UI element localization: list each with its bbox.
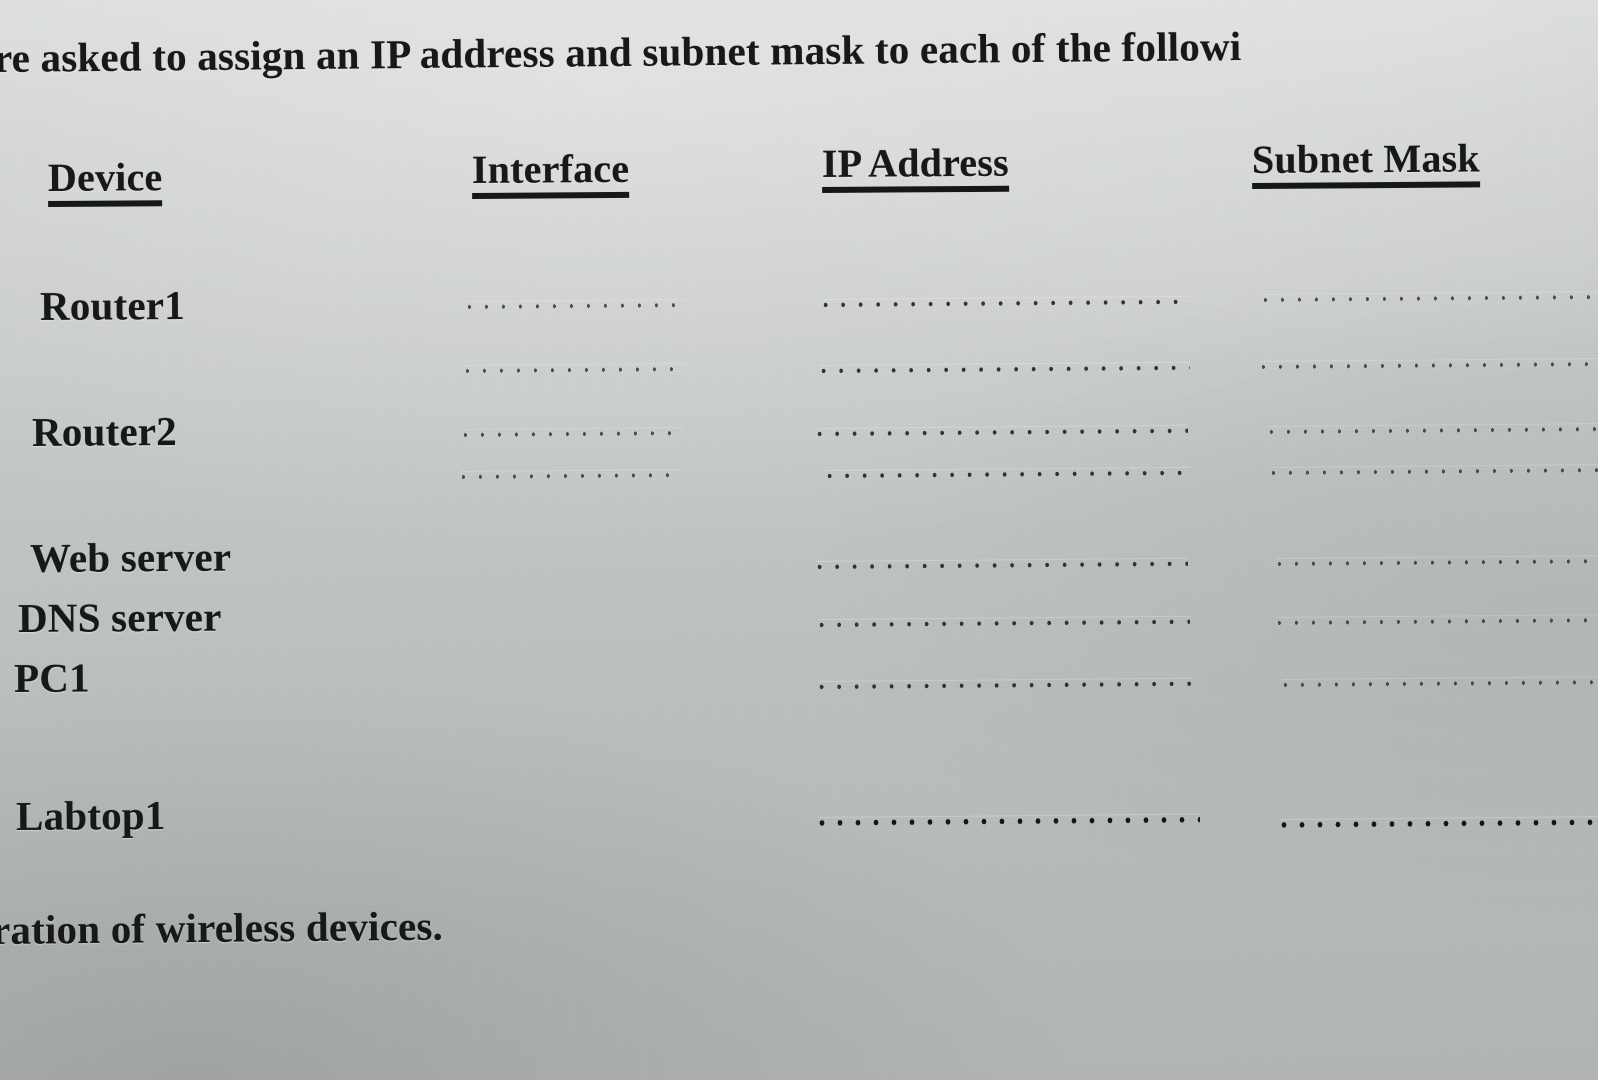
- blank-ip-router1-a[interactable]: [821, 296, 1191, 310]
- table-row-device-name: PC1: [13, 654, 90, 701]
- blank-ip-router1-b[interactable]: [819, 362, 1191, 376]
- blank-mask-router1-a[interactable]: [1261, 291, 1598, 305]
- table-row-device-name: Router2: [31, 407, 178, 455]
- blank-ip-router2-a[interactable]: [815, 425, 1189, 439]
- table-row-device-name: DNS server: [17, 593, 222, 641]
- blank-interface-router2-a[interactable]: [461, 428, 685, 440]
- table-row-device-name: Web server: [29, 533, 232, 581]
- column-header-ip-address-label: IP Address: [822, 140, 1010, 193]
- column-header-device: Device: [48, 154, 163, 212]
- blank-mask-router2-b[interactable]: [1269, 465, 1598, 478]
- blank-mask-router1-b[interactable]: [1259, 358, 1598, 372]
- column-header-interface: Interface: [472, 146, 630, 204]
- blank-ip-web-server[interactable]: [815, 558, 1189, 572]
- blank-ip-labtop1[interactable]: [817, 814, 1201, 828]
- column-header-subnet-mask: Subnet Mask: [1252, 135, 1480, 194]
- blank-interface-router1-a[interactable]: [465, 300, 687, 312]
- column-header-device-label: Device: [48, 154, 163, 207]
- blank-mask-web-server[interactable]: [1275, 556, 1598, 569]
- column-header-ip-address: IP Address: [822, 140, 1010, 198]
- blank-interface-router2-b[interactable]: [459, 470, 683, 482]
- table-row-device-name: Router1: [39, 281, 186, 329]
- column-header-subnet-mask-label: Subnet Mask: [1252, 135, 1480, 189]
- blank-mask-pc1[interactable]: [1281, 677, 1598, 690]
- prompt-line: re asked to assign an IP address and sub…: [0, 23, 1242, 81]
- blank-interface-router1-b[interactable]: [463, 364, 687, 376]
- blank-mask-dns-server[interactable]: [1275, 615, 1598, 628]
- blank-mask-router2-a[interactable]: [1267, 424, 1598, 437]
- column-header-interface-label: Interface: [472, 146, 630, 199]
- worksheet-page: re asked to assign an IP address and sub…: [0, 0, 1598, 1080]
- blank-ip-dns-server[interactable]: [817, 616, 1191, 630]
- table-row-device-name: Labtop1: [15, 791, 166, 839]
- footer-line: ration of wireless devices.: [0, 902, 444, 953]
- blank-ip-pc1[interactable]: [817, 678, 1193, 692]
- blank-ip-router2-b[interactable]: [825, 467, 1191, 481]
- blank-mask-labtop1[interactable]: [1279, 817, 1598, 830]
